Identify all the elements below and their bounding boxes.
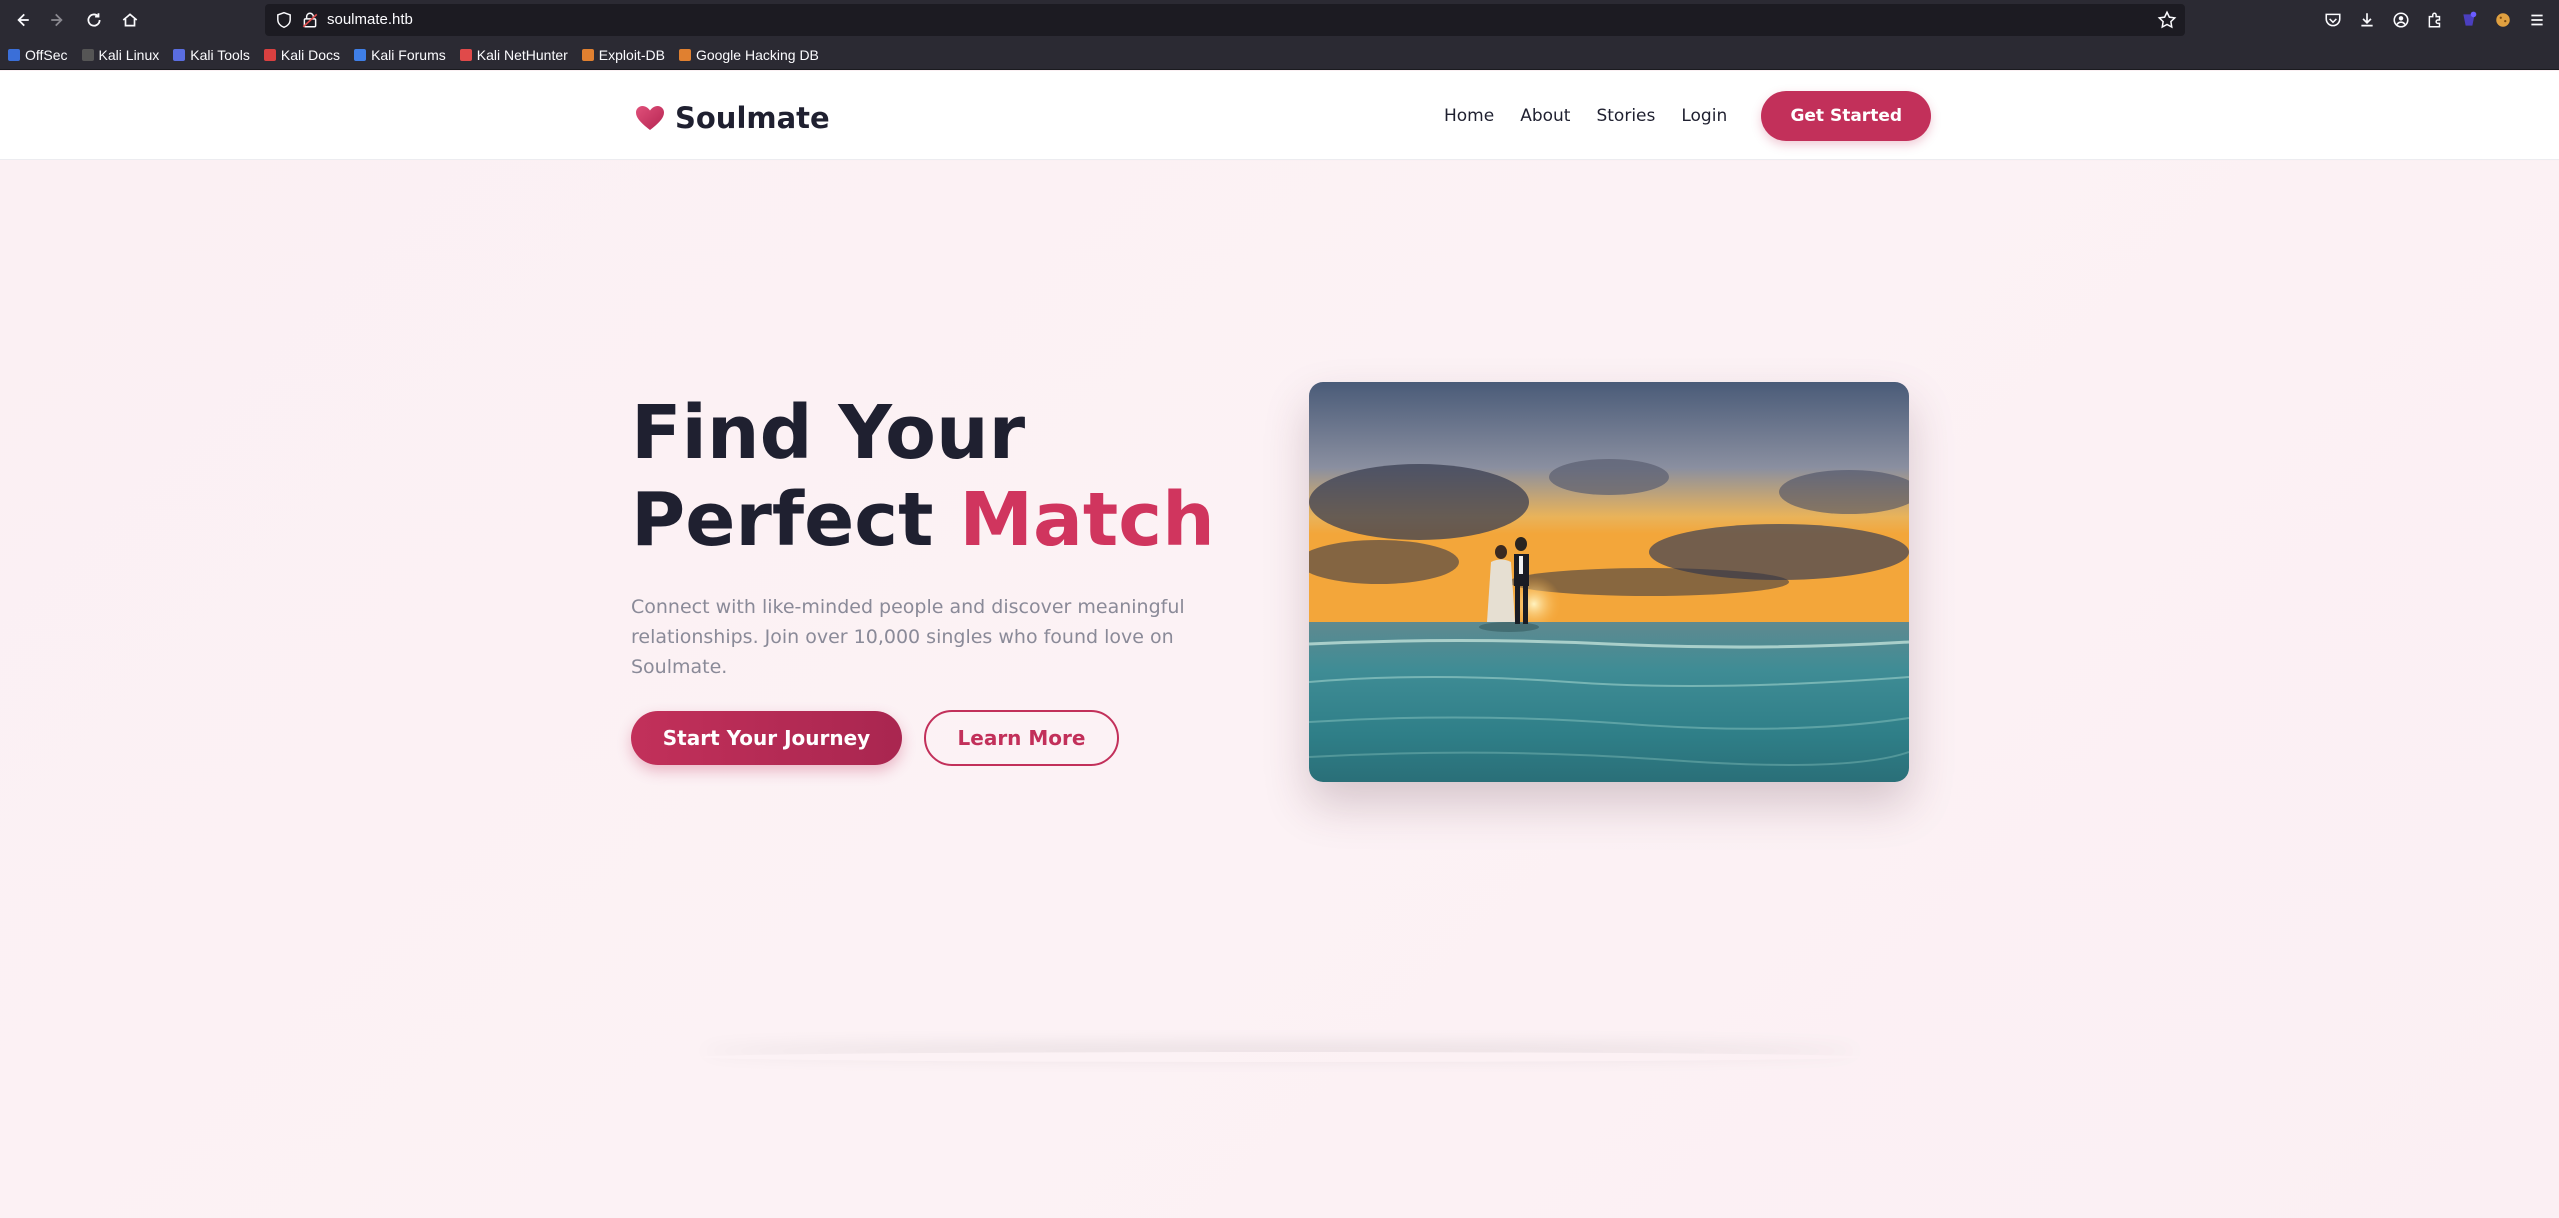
offsec-favicon-icon bbox=[8, 49, 20, 61]
beach-sunset-image bbox=[1309, 382, 1909, 782]
section-divider-shadow bbox=[700, 1052, 1860, 1062]
brand-name: Soulmate bbox=[675, 101, 830, 135]
ghdb-icon bbox=[678, 49, 691, 61]
url-text[interactable]: soulmate.htb bbox=[327, 11, 413, 28]
url-bar[interactable]: soulmate.htb bbox=[265, 4, 2185, 36]
hero-title-line2: Perfect bbox=[631, 477, 960, 563]
learn-more-button[interactable]: Learn More bbox=[924, 710, 1119, 766]
exploit-db-icon bbox=[581, 49, 594, 61]
extensions-icon[interactable] bbox=[2421, 6, 2449, 34]
main-nav: Home About Stories Login Get Started bbox=[1444, 71, 1932, 160]
couple-beach-photo bbox=[1309, 382, 1909, 782]
get-started-button[interactable]: Get Started bbox=[1761, 90, 1932, 141]
bookmark-kali-nethunter[interactable]: Kali NetHunter bbox=[459, 47, 568, 63]
bookmark-offsec[interactable]: OffSec bbox=[8, 47, 68, 63]
nav-login[interactable]: Login bbox=[1681, 106, 1727, 126]
heart-icon bbox=[636, 106, 664, 130]
bookmark-google-hacking-db[interactable]: Google Hacking DB bbox=[678, 47, 819, 63]
hero-description: Connect with like-minded people and disc… bbox=[631, 596, 1185, 678]
kali-dragon-icon bbox=[81, 49, 94, 61]
bookmark-kali-docs[interactable]: Kali Docs bbox=[263, 47, 341, 63]
start-journey-button[interactable]: Start Your Journey bbox=[631, 711, 902, 765]
hero-title-line1: Find Your bbox=[631, 390, 1026, 476]
bookmark-label: Exploit-DB bbox=[598, 47, 665, 63]
back-icon[interactable] bbox=[8, 6, 36, 34]
nav-about[interactable]: About bbox=[1520, 106, 1570, 126]
bookmark-label: Kali Docs bbox=[280, 47, 341, 63]
bookmark-star-icon[interactable] bbox=[2157, 10, 2177, 30]
kali-forums-icon bbox=[354, 49, 367, 61]
bookmark-exploit-db[interactable]: Exploit-DB bbox=[581, 47, 665, 63]
forward-icon[interactable] bbox=[44, 6, 72, 34]
bookmark-label: Kali Tools bbox=[190, 47, 250, 63]
cookie-extension-icon[interactable] bbox=[2489, 6, 2517, 34]
hero-title-accent: Match bbox=[959, 477, 1215, 563]
bookmark-kali-tools[interactable]: Kali Tools bbox=[173, 47, 250, 63]
brand-logo[interactable]: Soulmate bbox=[635, 101, 830, 135]
toolbar-right bbox=[2319, 6, 2559, 34]
bookmark-label: Kali Forums bbox=[371, 47, 446, 63]
account-icon[interactable] bbox=[2387, 6, 2415, 34]
bookmark-kali-linux[interactable]: Kali Linux bbox=[81, 47, 160, 63]
download-icon[interactable] bbox=[2353, 6, 2381, 34]
hero-title: Find Your Perfect Match bbox=[631, 390, 1215, 564]
site-header: Soulmate Home About Stories Login Get St… bbox=[0, 71, 2559, 160]
bookmarks-bar: OffSec Kali Linux Kali Tools Kali Docs K… bbox=[0, 41, 2559, 70]
bookmark-label: Google Hacking DB bbox=[695, 47, 819, 63]
home-icon[interactable] bbox=[116, 6, 144, 34]
bookmark-label: OffSec bbox=[25, 47, 68, 63]
lock-icon[interactable] bbox=[301, 11, 319, 29]
bookmark-label: Kali Linux bbox=[98, 47, 160, 63]
browser-toolbar: soulmate.htb bbox=[0, 0, 2559, 41]
extension-badge-icon[interactable] bbox=[2455, 6, 2483, 34]
pocket-icon[interactable] bbox=[2319, 6, 2347, 34]
shield-icon[interactable] bbox=[275, 11, 293, 29]
nethunter-icon bbox=[459, 49, 472, 61]
kali-docs-icon bbox=[263, 49, 276, 61]
reload-icon[interactable] bbox=[80, 6, 108, 34]
kali-tools-icon bbox=[173, 49, 186, 61]
nav-stories[interactable]: Stories bbox=[1596, 106, 1655, 126]
bookmark-label: Kali NetHunter bbox=[476, 47, 568, 63]
menu-icon[interactable] bbox=[2523, 6, 2551, 34]
nav-home[interactable]: Home bbox=[1444, 106, 1494, 126]
bookmark-kali-forums[interactable]: Kali Forums bbox=[354, 47, 446, 63]
